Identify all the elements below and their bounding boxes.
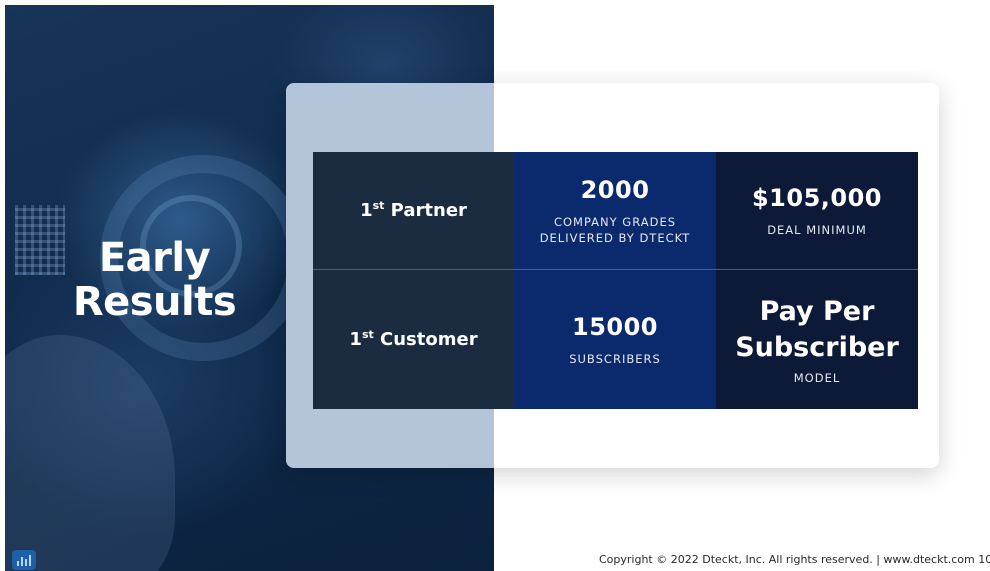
customer-label-text: Customer [373, 329, 478, 350]
grades-caption-line2: DELIVERED BY DTECKT [539, 230, 691, 245]
slide-title: Early Results [5, 236, 304, 324]
footer-copyright: Copyright © 2022 Dteckt, Inc. All rights… [599, 553, 990, 566]
table-cell-grades: 2000 COMPANY GRADES DELIVERED BY DTECKT [514, 152, 716, 270]
table-cell-deal: $105,000 DEAL MINIMUM [716, 152, 918, 270]
model-caption: MODEL [793, 370, 841, 385]
bar-chart-icon[interactable] [12, 550, 36, 570]
table-cell-model: Pay Per Subscriber MODEL [716, 270, 918, 409]
background-decoration [5, 335, 175, 571]
grades-caption: COMPANY GRADES DELIVERED BY DTECKT [540, 214, 691, 246]
customer-label: 1st Customer [349, 329, 477, 350]
deal-caption: DEAL MINIMUM [767, 222, 867, 237]
table-cell-customer: 1st Customer [313, 270, 514, 409]
partner-label: 1st Partner [360, 200, 467, 221]
grades-value: 2000 [580, 175, 650, 204]
subscribers-caption: SUBSCRIBERS [569, 351, 661, 366]
results-table: 1st Partner 2000 COMPANY GRADES DELIVERE… [313, 152, 918, 409]
ordinal-suffix: st [361, 328, 374, 341]
subscribers-value: 15000 [572, 312, 658, 341]
slide-title-line1: Early [98, 235, 211, 281]
table-cell-subscribers: 15000 SUBSCRIBERS [514, 270, 716, 409]
slide-title-line2: Results [72, 279, 237, 325]
ordinal-number: 1 [349, 329, 362, 350]
grades-caption-line1: COMPANY GRADES [553, 214, 677, 229]
model-value-line2: Subscriber [735, 331, 899, 363]
ordinal-suffix: st [372, 199, 385, 212]
deal-value: $105,000 [751, 183, 882, 212]
model-value-line1: Pay Per [759, 295, 875, 327]
partner-label-text: Partner [384, 200, 467, 221]
table-cell-partner: 1st Partner [313, 152, 514, 270]
ordinal-number: 1 [360, 200, 373, 221]
